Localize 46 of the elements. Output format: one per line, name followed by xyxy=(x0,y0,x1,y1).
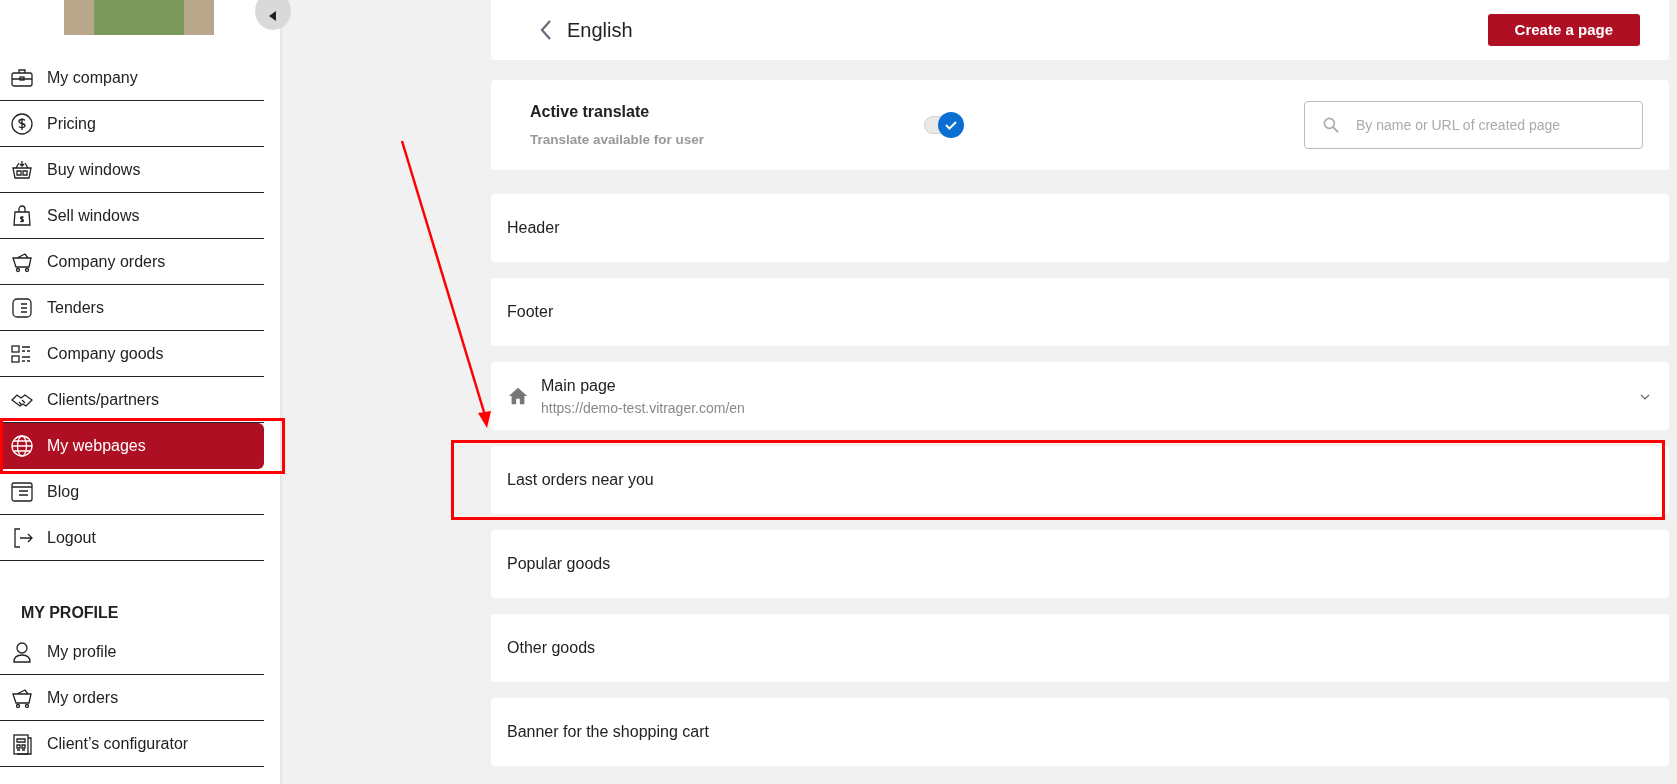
row-label: Banner for the shopping cart xyxy=(507,722,709,742)
page-row[interactable]: Last orders near you xyxy=(491,446,1669,514)
sidebar-item[interactable]: Tenders xyxy=(0,285,264,331)
article-icon xyxy=(10,479,34,504)
dollar-icon xyxy=(10,111,34,136)
sidebar-item[interactable]: My webpages xyxy=(0,423,264,469)
setting-title: Active translate xyxy=(530,101,651,122)
page-row[interactable]: Main page https://demo-test.vitrager.com/en xyxy=(491,362,1669,430)
setting-description: Translate available for user xyxy=(530,130,705,149)
page-row[interactable]: Other goods xyxy=(491,614,1669,682)
page-row[interactable]: Header xyxy=(491,194,1669,262)
sidebar-item[interactable]: Pricing xyxy=(0,101,264,147)
collapse-button[interactable] xyxy=(255,0,291,30)
search-field[interactable]: By name or URL of created page xyxy=(1304,101,1643,149)
shopping-bag-icon xyxy=(10,203,34,228)
sidebar-item[interactable]: My profile xyxy=(0,629,264,675)
page-row[interactable]: Banner for the shopping cart xyxy=(491,698,1669,766)
back-icon[interactable] xyxy=(539,19,553,41)
sidebar-item[interactable]: Buy windows xyxy=(0,147,264,193)
search-icon xyxy=(1321,115,1341,135)
page-row[interactable]: Popular goods xyxy=(491,530,1669,598)
sidebar-item[interactable]: Company orders xyxy=(0,239,264,285)
row-label: Header xyxy=(507,218,560,238)
sidebar-item[interactable]: My company xyxy=(0,55,264,101)
row-label: Other goods xyxy=(507,638,596,658)
create-page-button[interactable]: Create a page xyxy=(1487,13,1640,47)
row-label: Footer xyxy=(507,302,554,322)
home-icon xyxy=(507,385,529,407)
toggle-switch[interactable] xyxy=(924,114,965,136)
sidebar-item[interactable]: Client’s configurator xyxy=(0,721,264,767)
row-label: Last orders near you xyxy=(507,470,654,490)
list-icon xyxy=(10,295,34,320)
globe-icon xyxy=(10,433,34,458)
sidebar-item[interactable]: Logout xyxy=(0,515,264,561)
sidebar-item[interactable]: Blog xyxy=(0,469,264,515)
user-icon xyxy=(10,639,34,664)
sidebar-item[interactable]: My orders xyxy=(0,675,264,721)
page-title: English xyxy=(567,18,633,43)
row-label: Popular goods xyxy=(507,554,611,574)
section-heading: MY PROFILE xyxy=(21,603,120,623)
page-url: https://demo-test.vitrager.com/en xyxy=(541,398,745,418)
page-row[interactable]: Footer xyxy=(491,278,1669,346)
sidebar-item[interactable]: Sell windows xyxy=(0,193,264,239)
sidebar-item[interactable]: Company goods xyxy=(0,331,264,377)
page-name: Main page xyxy=(541,375,617,396)
calculator-icon xyxy=(10,731,34,756)
